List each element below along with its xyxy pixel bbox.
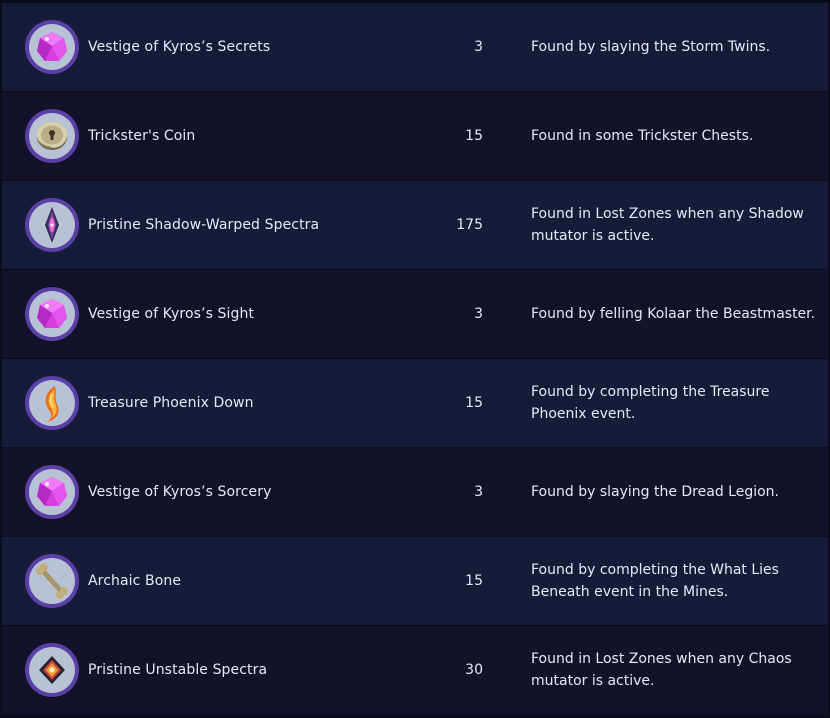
item-name: Archaic Bone <box>88 573 182 589</box>
coin-icon <box>37 122 67 150</box>
item-name: Vestige of Kyros’s Sight <box>88 306 255 322</box>
item-name: Vestige of Kyros’s Secrets <box>88 39 271 55</box>
item-icon-frame <box>25 198 79 252</box>
shadow-spectra-icon <box>45 207 59 243</box>
item-quantity: 15 <box>465 573 483 589</box>
table-row: Archaic Bone 15 Found by completing the … <box>2 537 828 625</box>
item-description: Found by completing the What Lies Beneat… <box>531 562 779 600</box>
pink-crystal-icon <box>37 299 67 328</box>
item-description: Found by completing the Treasure Phoenix… <box>531 384 770 422</box>
table-row: Pristine Shadow-Warped Spectra 175 Found… <box>2 181 828 269</box>
item-quantity: 30 <box>465 662 483 678</box>
item-icon-frame <box>25 20 79 74</box>
item-description: Found in Lost Zones when any Shadow muta… <box>531 206 804 244</box>
item-icon-frame <box>25 554 79 608</box>
item-quantity: 15 <box>465 395 483 411</box>
item-name: Pristine Shadow-Warped Spectra <box>88 217 320 233</box>
table-row: Trickster's Coin 15 Found in some Tricks… <box>2 92 828 180</box>
item-quantity: 3 <box>474 39 483 55</box>
item-quantity: 3 <box>474 484 483 500</box>
item-icon-frame <box>25 376 79 430</box>
item-description: Found by felling Kolaar the Beastmaster. <box>531 306 816 322</box>
table-row: Pristine Unstable Spectra 30 Found in Lo… <box>2 626 828 714</box>
pink-crystal-icon <box>37 477 67 506</box>
unstable-spectra-icon <box>39 656 65 684</box>
item-quantity: 175 <box>456 217 483 233</box>
table-row: Vestige of Kyros’s Sorcery 3 Found by sl… <box>2 448 828 536</box>
table-row: Treasure Phoenix Down 15 Found by comple… <box>2 359 828 447</box>
item-icon-frame <box>25 287 79 341</box>
table-row: Vestige of Kyros’s Sight 3 Found by fell… <box>2 270 828 358</box>
item-description: Found in Lost Zones when any Chaos mutat… <box>531 651 792 689</box>
bone-icon <box>36 563 68 599</box>
item-name: Treasure Phoenix Down <box>88 395 254 411</box>
phoenix-feather-icon <box>45 386 59 422</box>
item-description: Found by slaying the Storm Twins. <box>531 39 771 55</box>
item-quantity: 3 <box>474 306 483 322</box>
item-name: Vestige of Kyros’s Sorcery <box>88 484 272 500</box>
item-table: Vestige of Kyros’s Secrets 3 Found by sl… <box>0 0 830 718</box>
item-name: Trickster's Coin <box>88 128 196 144</box>
item-quantity: 15 <box>465 128 483 144</box>
pink-crystal-icon <box>37 32 67 61</box>
item-icon-frame <box>25 465 79 519</box>
item-description: Found by slaying the Dread Legion. <box>531 484 779 500</box>
table-row: Vestige of Kyros’s Secrets 3 Found by sl… <box>2 3 828 91</box>
item-icon-frame <box>25 109 79 163</box>
item-description: Found in some Trickster Chests. <box>531 128 754 144</box>
item-icon-frame <box>25 643 79 697</box>
item-name: Pristine Unstable Spectra <box>88 662 268 678</box>
